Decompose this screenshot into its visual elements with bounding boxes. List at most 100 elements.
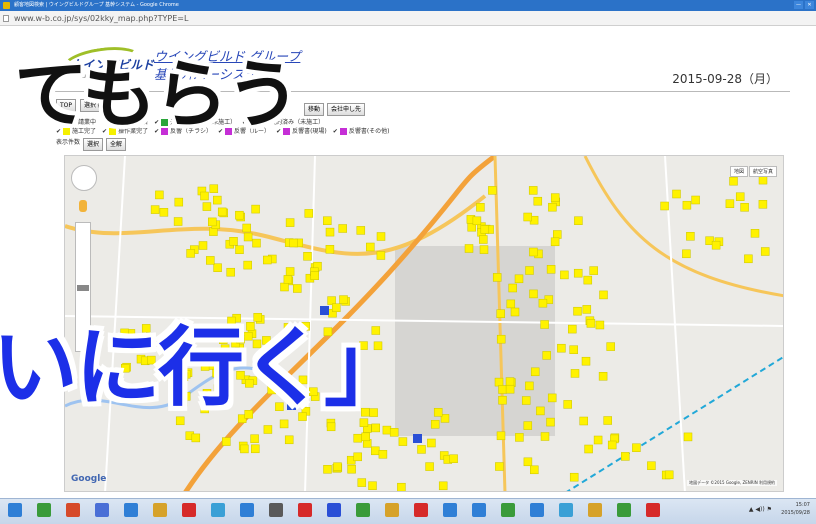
customer-marker-icon[interactable]: [683, 432, 693, 442]
customer-marker-icon[interactable]: [494, 377, 504, 387]
customer-marker-icon[interactable]: [538, 298, 548, 308]
customer-marker-icon[interactable]: [540, 320, 549, 329]
customer-marker-icon[interactable]: [263, 425, 273, 434]
customer-marker-icon[interactable]: [496, 334, 506, 344]
customer-marker-icon[interactable]: [584, 444, 593, 454]
taskbar-app-icon[interactable]: [95, 503, 109, 517]
customer-marker-icon[interactable]: [523, 421, 533, 430]
checkbox-icon[interactable]: ✔: [333, 127, 338, 136]
customer-marker-icon[interactable]: [672, 189, 681, 199]
customer-marker-icon[interactable]: [285, 218, 295, 227]
customer-marker-icon[interactable]: [563, 400, 572, 409]
taskbar-app-icon[interactable]: [472, 503, 486, 517]
customer-marker-icon[interactable]: [480, 225, 490, 234]
customer-marker-icon[interactable]: [353, 452, 362, 462]
customer-marker-icon[interactable]: [206, 256, 215, 265]
customer-marker-icon[interactable]: [495, 462, 504, 471]
customer-marker-icon[interactable]: [229, 237, 238, 246]
customer-marker-icon[interactable]: [506, 299, 516, 309]
taskbar-app-icon[interactable]: [240, 503, 254, 517]
customer-marker-icon[interactable]: [326, 422, 336, 432]
customer-marker-icon[interactable]: [366, 242, 375, 252]
customer-marker-icon[interactable]: [548, 202, 557, 212]
customer-marker-icon[interactable]: [550, 193, 560, 202]
customer-marker-icon[interactable]: [433, 408, 443, 417]
customer-marker-icon[interactable]: [430, 420, 440, 429]
customer-marker-icon[interactable]: [523, 457, 533, 467]
customer-marker-icon[interactable]: [560, 270, 569, 280]
customer-marker-icon[interactable]: [186, 249, 195, 258]
customer-marker-icon[interactable]: [222, 437, 231, 446]
customer-marker-icon[interactable]: [333, 462, 342, 471]
taskbar-app-icon[interactable]: [617, 503, 631, 517]
customer-marker-icon[interactable]: [682, 200, 692, 210]
customer-marker-icon[interactable]: [427, 438, 436, 448]
customer-marker-icon[interactable]: [368, 481, 377, 490]
customer-marker-icon[interactable]: [529, 247, 538, 257]
customer-marker-icon[interactable]: [251, 204, 260, 214]
start-button-icon[interactable]: [8, 503, 22, 517]
customer-marker-icon[interactable]: [488, 186, 497, 195]
customer-marker-icon[interactable]: [339, 295, 348, 304]
taskbar-app-icon[interactable]: [414, 503, 428, 517]
company-request-button[interactable]: 会社申し先: [327, 103, 366, 116]
customer-marker-icon[interactable]: [279, 419, 289, 429]
move-button[interactable]: 移動: [304, 103, 325, 116]
customer-marker-icon[interactable]: [647, 461, 656, 470]
customer-marker-icon[interactable]: [691, 195, 700, 205]
customer-marker-icon[interactable]: [376, 251, 386, 260]
customer-marker-icon[interactable]: [540, 432, 550, 441]
customer-marker-icon[interactable]: [310, 271, 319, 280]
customer-marker-icon[interactable]: [758, 200, 768, 209]
customer-marker-icon[interactable]: [382, 425, 392, 435]
customer-marker-icon[interactable]: [371, 446, 380, 456]
customer-marker-icon[interactable]: [569, 472, 579, 482]
customer-marker-icon[interactable]: [378, 450, 388, 459]
customer-marker-icon[interactable]: [740, 203, 749, 212]
taskbar-app-icon[interactable]: [211, 503, 225, 517]
customer-marker-icon[interactable]: [438, 481, 448, 491]
customer-marker-icon[interactable]: [476, 203, 485, 212]
customer-marker-icon[interactable]: [325, 245, 335, 254]
customer-marker-icon[interactable]: [525, 381, 534, 391]
customer-marker-icon[interactable]: [735, 192, 745, 201]
customer-marker-icon[interactable]: [523, 212, 532, 222]
zoom-knob[interactable]: [77, 285, 89, 291]
customer-marker-icon[interactable]: [632, 443, 641, 452]
customer-marker-icon[interactable]: [664, 470, 674, 480]
customer-marker-icon[interactable]: [760, 247, 770, 256]
minimize-button[interactable]: —: [794, 1, 803, 9]
customer-marker-icon[interactable]: [570, 369, 580, 378]
customer-marker-icon[interactable]: [536, 406, 545, 416]
customer-marker-icon[interactable]: [682, 249, 691, 259]
customer-marker-icon[interactable]: [479, 245, 489, 254]
customer-marker-icon[interactable]: [533, 196, 543, 206]
customer-marker-icon[interactable]: [284, 435, 294, 445]
system-tray[interactable]: ▲ ◀)) ⚑: [749, 506, 772, 513]
customer-marker-icon[interactable]: [338, 224, 347, 233]
customer-marker-icon[interactable]: [398, 437, 408, 446]
customer-marker-icon[interactable]: [546, 265, 556, 274]
customer-marker-icon[interactable]: [323, 465, 332, 474]
customer-marker-icon[interactable]: [472, 216, 482, 226]
customer-marker-icon[interactable]: [159, 208, 169, 217]
customer-marker-icon[interactable]: [530, 367, 540, 377]
customer-marker-icon[interactable]: [283, 275, 293, 284]
customer-marker-icon[interactable]: [304, 209, 314, 218]
taskbar-app-icon[interactable]: [66, 503, 80, 517]
customer-marker-icon[interactable]: [621, 452, 630, 461]
customer-marker-icon[interactable]: [492, 273, 502, 282]
customer-marker-icon[interactable]: [243, 260, 252, 270]
customer-marker-icon[interactable]: [573, 306, 582, 316]
customer-marker-icon[interactable]: [729, 176, 738, 186]
customer-marker-icon[interactable]: [525, 266, 534, 275]
map-type-satellite[interactable]: 航空写真: [748, 166, 777, 177]
customer-marker-icon[interactable]: [599, 290, 608, 300]
customer-marker-icon[interactable]: [553, 230, 562, 239]
customer-marker-icon[interactable]: [242, 223, 251, 233]
customer-marker-icon[interactable]: [209, 184, 219, 193]
customer-marker-icon[interactable]: [607, 440, 617, 450]
customer-marker-icon[interactable]: [514, 274, 524, 284]
customer-marker-icon[interactable]: [243, 232, 253, 242]
customer-marker-icon[interactable]: [356, 226, 366, 235]
